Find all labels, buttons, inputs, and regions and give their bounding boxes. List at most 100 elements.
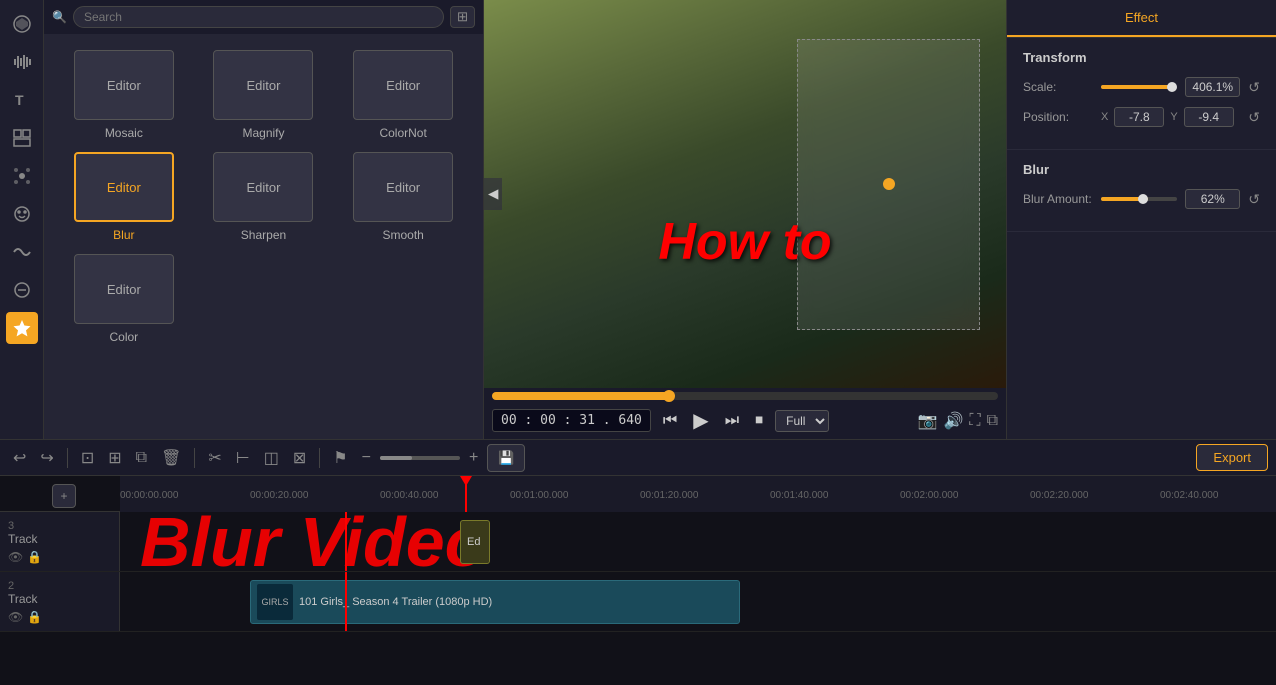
cut-button[interactable]: ✂ [203, 445, 226, 471]
add-track-area: + [0, 480, 120, 508]
effect-color-preview: Editor [74, 254, 174, 324]
effect-sharpen-label: Sharpen [241, 228, 286, 242]
sticker-icon[interactable] [6, 198, 38, 230]
effect-mosaic[interactable]: Editor Mosaic [60, 50, 188, 140]
blur-handle[interactable] [1138, 194, 1148, 204]
effect-color[interactable]: Editor Color [60, 254, 188, 344]
resolution-select[interactable]: Full 1/2 1/4 [775, 410, 829, 432]
tab-effect[interactable]: Effect [1007, 0, 1276, 37]
icon-buttons: 📷 🔊 ⛶ ⧉ [918, 411, 998, 431]
ruler-mark-1: 00:00:20.000 [250, 490, 380, 501]
effect-magnify-label: Magnify [242, 126, 284, 140]
track-header-2: 2 Track 👁 🔒 [0, 572, 120, 631]
effect-magnify[interactable]: Editor Magnify [200, 50, 328, 140]
video-clip[interactable]: GIRLS 101 Girls_ Season 4 Trailer (1080p… [250, 580, 740, 624]
grid-toggle-button[interactable]: ⊞ [450, 6, 475, 28]
video-clip-label: 101 Girls_ Season 4 Trailer (1080p HD) [299, 596, 492, 608]
erase-icon[interactable] [6, 274, 38, 306]
blur-slider[interactable] [1101, 197, 1177, 201]
transition-icon[interactable] [6, 236, 38, 268]
delete-button[interactable]: 🗑 [156, 445, 186, 471]
video-canvas: How to [484, 0, 1006, 388]
eye-icon-3[interactable]: 👁 [8, 550, 23, 564]
ruler-mark-5: 00:01:40.000 [770, 490, 900, 501]
zoom-fill [380, 456, 412, 460]
effect-mosaic-label: Mosaic [105, 126, 143, 140]
effect-colornot-label: ColorNot [379, 126, 426, 140]
effect-smooth[interactable]: Editor Smooth [339, 152, 467, 242]
marker-button[interactable]: ⚑ [328, 445, 352, 471]
scale-reset-button[interactable]: ↺ [1248, 79, 1260, 96]
text-icon[interactable]: T [6, 84, 38, 116]
export-button[interactable]: Export [1196, 444, 1268, 471]
x-value[interactable]: -7.8 [1114, 107, 1164, 127]
video-controls: 00 : 00 : 31 . 640 ⏮ ▶ ⏭ ⏹ Full 1/2 1/4 … [484, 388, 1006, 439]
clip-thumbnail-label: GIRLS [261, 597, 288, 608]
separator-3 [319, 448, 320, 468]
fullscreen-button[interactable]: ⛶ [969, 411, 980, 431]
effect-color-label: Color [109, 330, 138, 344]
track-icons-2: 👁 🔒 [8, 610, 111, 624]
add-track-button[interactable]: + [52, 484, 76, 508]
drag-handle[interactable] [883, 178, 895, 190]
progress-bar[interactable] [492, 392, 998, 400]
blur-clip[interactable]: Ed [460, 520, 490, 564]
zoom-slider[interactable] [380, 456, 460, 460]
effect-blur-label: Blur [113, 228, 134, 242]
camera-button[interactable]: 📷 [918, 411, 938, 431]
effect-mosaic-preview: Editor [74, 50, 174, 120]
split-button[interactable]: ⊢ [231, 445, 255, 471]
svg-text:T: T [15, 92, 24, 108]
track-num-3: 3 [8, 520, 111, 532]
effect-blur[interactable]: Editor Blur [60, 152, 188, 242]
undo-button[interactable]: ↩ [8, 445, 31, 471]
stop-button[interactable]: ⏹ [751, 410, 767, 432]
left-arrow-button[interactable]: ◀ [484, 178, 502, 210]
select-button[interactable]: ⊡ [76, 445, 99, 471]
lock-icon-2[interactable]: 🔒 [27, 610, 42, 624]
effect-magnify-preview: Editor [213, 50, 313, 120]
effect-colornot[interactable]: Editor ColorNot [339, 50, 467, 140]
save-button[interactable]: 💾 [487, 444, 525, 472]
scale-handle[interactable] [1167, 82, 1177, 92]
right-tabs: Effect [1007, 0, 1276, 38]
copy-button[interactable]: ⧉ [131, 446, 152, 470]
progress-handle[interactable] [663, 390, 675, 402]
zoom-in-button[interactable]: + [464, 446, 483, 470]
scale-slider[interactable] [1101, 85, 1177, 89]
play-button[interactable]: ▶ [689, 406, 712, 435]
eye-icon-2[interactable]: 👁 [8, 610, 23, 624]
playhead[interactable] [465, 476, 467, 512]
position-reset-button[interactable]: ↺ [1248, 109, 1260, 126]
fast-forward-button[interactable]: ⏭ [721, 410, 743, 432]
position-label: Position: [1023, 110, 1093, 124]
timeline-ruler: 00:00:00.000 00:00:20.000 00:00:40.000 0… [120, 476, 1276, 512]
effect-smooth-preview: Editor [353, 152, 453, 222]
y-value[interactable]: -9.4 [1184, 107, 1234, 127]
blur-reset-button[interactable]: ↺ [1248, 191, 1260, 208]
lock-icon-3[interactable]: 🔒 [27, 550, 42, 564]
volume-button[interactable]: 🔊 [943, 411, 963, 431]
crop-button[interactable]: ⊠ [288, 445, 311, 471]
star-icon[interactable] [6, 312, 38, 344]
audio-waveform-icon[interactable] [6, 46, 38, 78]
redo-button[interactable]: ↪ [35, 445, 58, 471]
position-row: Position: X -7.8 Y -9.4 ↺ [1023, 107, 1260, 127]
layout-icon[interactable] [6, 122, 38, 154]
rewind-button[interactable]: ⏮ [659, 410, 681, 432]
progress-fill [492, 392, 669, 400]
blur-value: 62% [1185, 189, 1240, 209]
add-media-button[interactable]: ⊞ [103, 445, 126, 471]
blur-region[interactable] [797, 39, 980, 330]
scale-row: Scale: 406.1% ↺ [1023, 77, 1260, 97]
pip-button[interactable]: ⧉ [987, 411, 998, 431]
effect-smooth-label: Smooth [382, 228, 423, 242]
zoom-out-button[interactable]: − [357, 446, 376, 470]
trim-button[interactable]: ◫ [259, 445, 284, 471]
search-icon: 🔍 [52, 10, 67, 24]
search-input[interactable] [73, 6, 444, 28]
track-content-2: GIRLS 101 Girls_ Season 4 Trailer (1080p… [120, 572, 1276, 631]
scale-value: 406.1% [1185, 77, 1240, 97]
effect-sharpen[interactable]: Editor Sharpen [200, 152, 328, 242]
effects-icon[interactable] [6, 160, 38, 192]
